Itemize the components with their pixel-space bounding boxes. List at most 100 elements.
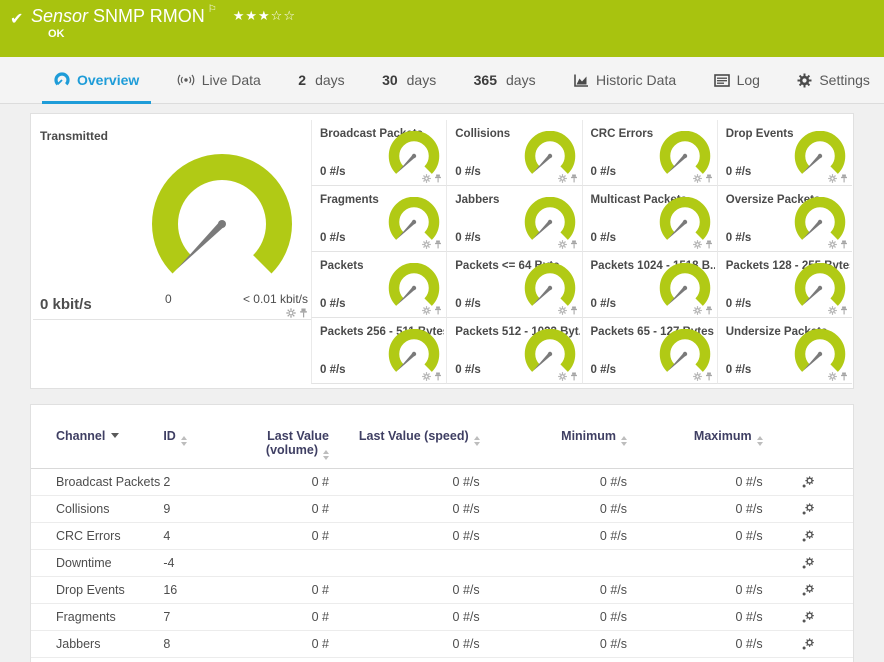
pin-icon[interactable] <box>299 308 308 318</box>
channel-settings-icon[interactable] <box>801 476 815 489</box>
gear-icon[interactable] <box>557 174 567 183</box>
table-row[interactable]: Downtime -4 <box>31 549 853 577</box>
pin-icon[interactable] <box>840 372 848 381</box>
cell-channel[interactable]: Downtime <box>31 549 164 577</box>
gear-icon[interactable] <box>422 240 431 249</box>
mini-gauge-cell[interactable]: Packets 0 #/s <box>311 252 447 318</box>
channel-settings-icon[interactable] <box>801 638 815 651</box>
log-icon <box>713 73 730 87</box>
channel-settings-icon[interactable] <box>801 530 815 543</box>
mini-gauge-cell[interactable]: Multicast Packets 0 #/s <box>581 186 717 252</box>
pin-icon[interactable] <box>434 174 442 183</box>
mini-gauge-cell[interactable]: Packets 65 - 127 Bytes 0 #/s <box>581 318 717 384</box>
tab-historic-data[interactable]: Historic Data <box>561 57 688 103</box>
gear-icon[interactable] <box>557 240 567 249</box>
cell-maximum: 0 #/s <box>627 603 763 631</box>
channel-table-panel: Channel ID Last Value (volume) Last Valu… <box>30 404 854 662</box>
tab-365-days[interactable]: 365 days <box>462 57 548 103</box>
cell-channel[interactable]: Jabbers <box>31 630 164 658</box>
mini-gauge-cell[interactable]: Packets 512 - 1023 Byt... 0 #/s <box>446 318 582 384</box>
column-header-minimum[interactable]: Minimum <box>479 405 628 469</box>
pin-icon[interactable] <box>705 372 713 381</box>
pin-icon[interactable] <box>705 174 713 183</box>
mini-gauge-cell[interactable]: Packets 1024 - 1518 B... 0 #/s <box>581 252 717 318</box>
cell-channel[interactable]: Drop Events <box>31 576 164 604</box>
gear-icon[interactable] <box>693 174 702 183</box>
pin-icon[interactable] <box>705 240 713 249</box>
pin-icon[interactable] <box>570 240 578 249</box>
channel-settings-icon[interactable] <box>801 611 815 624</box>
pin-icon[interactable] <box>570 174 578 183</box>
pin-icon[interactable] <box>434 306 442 315</box>
tab-settings[interactable]: Settings <box>785 57 882 103</box>
tab-30-days[interactable]: 30 days <box>370 57 448 103</box>
mini-gauge-cell[interactable]: Drop Events 0 #/s <box>716 120 852 186</box>
cell-maximum: 0 #/s <box>627 630 763 658</box>
table-row[interactable]: Broadcast Packets 2 0 # 0 #/s 0 #/s 0 #/… <box>31 468 853 496</box>
gear-icon[interactable] <box>693 240 702 249</box>
gear-icon[interactable] <box>422 306 431 315</box>
mini-gauge-cell[interactable]: Oversize Packets 0 #/s <box>716 186 852 252</box>
tab-log[interactable]: Log <box>702 57 772 103</box>
gear-icon[interactable] <box>828 372 837 381</box>
mini-gauge-value: 0 #/s <box>455 166 481 178</box>
table-row[interactable]: Fragments 7 0 # 0 #/s 0 #/s 0 #/s <box>31 603 853 631</box>
table-row[interactable]: Collisions 9 0 # 0 #/s 0 #/s 0 #/s <box>31 495 853 523</box>
mini-gauge-cell[interactable]: Collisions 0 #/s <box>446 120 582 186</box>
sort-icon <box>473 436 480 446</box>
mini-gauge-value: 0 #/s <box>590 298 617 310</box>
pin-icon[interactable] <box>840 306 848 315</box>
channel-settings-icon[interactable] <box>801 503 815 516</box>
mini-gauge-cell[interactable]: Broadcast Packets 0 #/s <box>311 120 447 186</box>
gear-icon[interactable] <box>422 372 431 381</box>
table-row[interactable]: Drop Events 16 0 # 0 #/s 0 #/s 0 #/s <box>31 576 853 604</box>
pin-icon[interactable] <box>705 306 713 315</box>
gear-icon[interactable] <box>557 306 567 315</box>
cell-maximum: 0 #/s <box>627 522 763 550</box>
area-chart-icon <box>574 74 588 87</box>
column-header-maximum[interactable]: Maximum <box>627 405 763 469</box>
channel-settings-icon[interactable] <box>801 584 815 597</box>
gear-icon[interactable] <box>828 174 837 183</box>
cell-minimum: 0 #/s <box>479 522 628 550</box>
table-row[interactable]: Jabbers 8 0 # 0 #/s 0 #/s 0 #/s <box>31 630 853 658</box>
pin-icon[interactable] <box>570 372 578 381</box>
column-header-last-value-volume[interactable]: Last Value (volume) <box>230 405 329 469</box>
gear-icon[interactable] <box>422 174 431 183</box>
cell-channel[interactable]: Collisions <box>31 495 164 523</box>
gear-icon[interactable] <box>693 372 702 381</box>
cell-minimum: 0 #/s <box>479 468 628 496</box>
cell-channel[interactable]: Broadcast Packets <box>31 468 164 496</box>
gear-icon[interactable] <box>286 308 296 318</box>
mini-gauge-cell[interactable]: Undersize Packets 0 #/s <box>716 318 852 384</box>
tab-live-data[interactable]: Live Data <box>165 57 273 103</box>
column-header-channel[interactable]: Channel <box>31 405 164 469</box>
tab-overview[interactable]: Overview <box>42 57 152 104</box>
channel-settings-icon[interactable] <box>801 557 815 570</box>
mini-gauge-cell[interactable]: Jabbers 0 #/s <box>446 186 582 252</box>
star-rating[interactable]: ★★★☆☆ <box>233 8 296 23</box>
gear-icon[interactable] <box>557 372 567 381</box>
pin-icon[interactable] <box>570 306 578 315</box>
pin-icon[interactable] <box>434 240 442 249</box>
table-row[interactable]: CRC Errors 4 0 # 0 #/s 0 #/s 0 #/s <box>31 522 853 550</box>
pin-icon[interactable] <box>840 174 848 183</box>
pin-icon[interactable] <box>840 240 848 249</box>
mini-gauge-cell[interactable]: Packets <= 64 Byte 0 #/s <box>446 252 582 318</box>
column-header-last-value-speed[interactable]: Last Value (speed) <box>329 405 480 469</box>
primary-gauge-cell[interactable]: Transmitted 0 < 0.01 kbit/s 0 kbit/s <box>33 120 311 320</box>
column-header-id[interactable]: ID <box>163 405 231 469</box>
cell-channel[interactable]: Fragments <box>31 603 164 631</box>
mini-gauge-cell[interactable]: Packets 256 - 511 Bytes 0 #/s <box>311 318 447 384</box>
flag-icon[interactable]: ⚐ <box>208 4 217 15</box>
gear-icon[interactable] <box>828 240 837 249</box>
mini-gauge-cell[interactable]: Packets 128 - 255 Bytes 0 #/s <box>716 252 852 318</box>
tab-2-days[interactable]: 2 days <box>286 57 356 103</box>
gear-icon[interactable] <box>693 306 702 315</box>
pin-icon[interactable] <box>434 372 442 381</box>
mini-gauge-cell[interactable]: CRC Errors 0 #/s <box>581 120 717 186</box>
mini-gauge-cell[interactable]: Fragments 0 #/s <box>311 186 447 252</box>
cell-channel[interactable]: CRC Errors <box>31 522 164 550</box>
gear-icon[interactable] <box>828 306 837 315</box>
mini-gauge-value: 0 #/s <box>725 232 752 244</box>
